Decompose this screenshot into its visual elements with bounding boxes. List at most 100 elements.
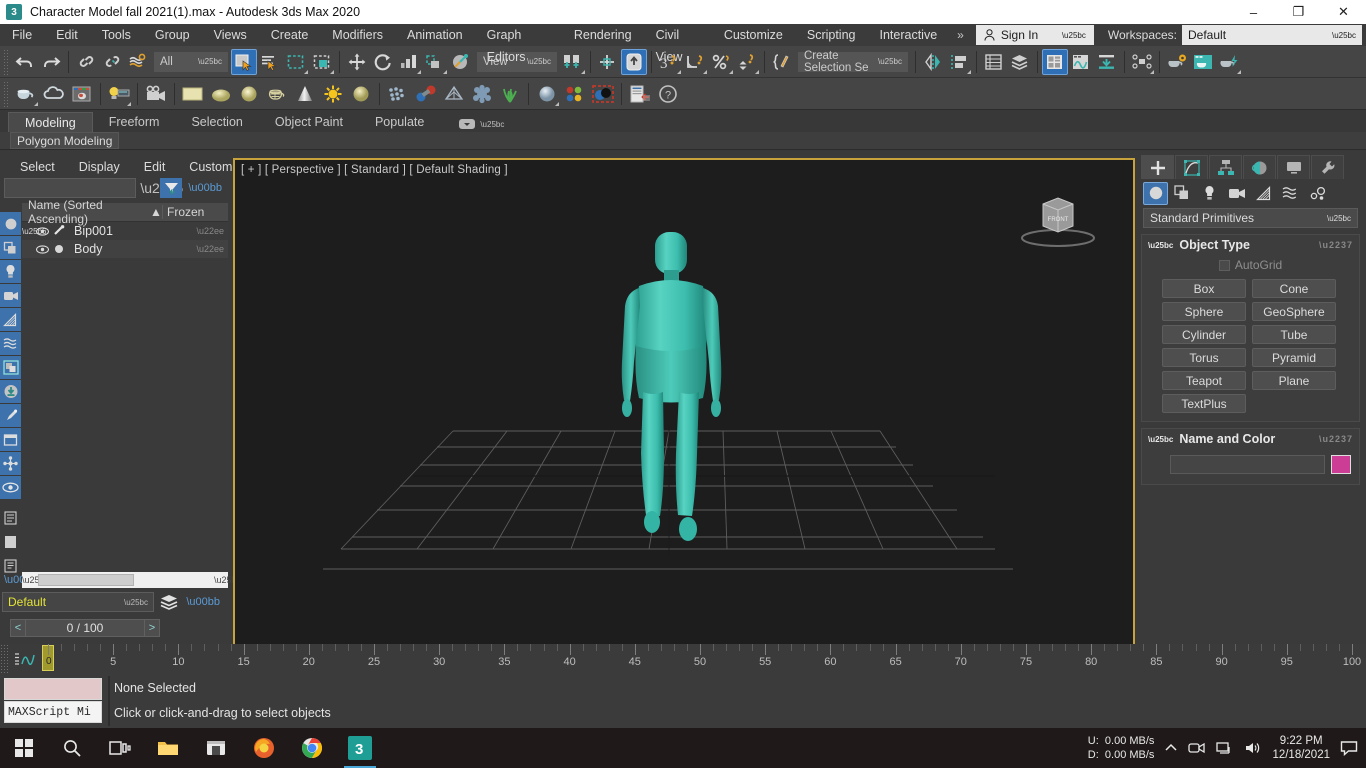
ribbon-tab-populate[interactable]: Populate <box>359 112 440 132</box>
chevron-down-icon[interactable]: \u25bc <box>480 120 504 129</box>
rollup-drag-handle[interactable]: \u2237 <box>1319 240 1353 250</box>
column-name[interactable]: Name (Sorted Ascending) <box>22 198 150 226</box>
subcategory-select[interactable]: Standard Primitives \u25bc <box>1143 208 1358 228</box>
use-pivot-point-center-button[interactable] <box>560 49 586 75</box>
selection-set-icon[interactable] <box>0 356 21 379</box>
dynamics-object-icon[interactable] <box>412 80 440 108</box>
select-by-name-button[interactable] <box>257 49 283 75</box>
teapot-primitive-icon[interactable] <box>263 80 291 108</box>
helpers-filter-icon[interactable] <box>0 308 21 331</box>
notes-panel-icon[interactable] <box>0 554 21 577</box>
teapot-object-icon[interactable] <box>12 80 40 108</box>
lights-filter-icon[interactable] <box>0 260 21 283</box>
sort-arrow-icon[interactable]: ▲ <box>150 205 162 219</box>
hierarchy-tab[interactable] <box>1209 155 1242 179</box>
camera-tray-icon[interactable] <box>1188 741 1206 755</box>
align-button[interactable] <box>946 49 972 75</box>
space-warps-filter-icon[interactable] <box>0 332 21 355</box>
shapes-icon[interactable] <box>1170 182 1195 205</box>
sign-in-button[interactable]: Sign In \u25bc <box>975 25 1094 45</box>
menu-group[interactable]: Group <box>143 24 202 46</box>
rectangular-selection-region-button[interactable] <box>283 49 309 75</box>
network-icon[interactable] <box>1216 741 1234 755</box>
modify-tab[interactable] <box>1175 155 1208 179</box>
name-and-color-header[interactable]: \u25bc Name and Color \u2237 <box>1142 429 1359 449</box>
create-tab[interactable] <box>1141 155 1174 179</box>
pyramid-button[interactable]: Pyramid <box>1252 348 1336 367</box>
named-selection-sets-select[interactable]: Create Selection Se \u25bc <box>798 50 908 74</box>
cone-primitive-icon[interactable] <box>291 80 319 108</box>
menu-rendering[interactable]: Rendering <box>562 24 644 46</box>
plane-button[interactable]: Plane <box>1252 371 1336 390</box>
menu-overflow-icon[interactable]: » <box>949 24 972 46</box>
sphere-object-icon[interactable] <box>347 80 375 108</box>
close-button[interactable]: ✕ <box>1321 0 1366 24</box>
box-button[interactable]: Box <box>1162 279 1246 298</box>
tube-button[interactable]: Tube <box>1252 325 1336 344</box>
show-hidden-icons-icon[interactable] <box>1164 741 1178 755</box>
scrollbar-thumb[interactable] <box>38 574 134 586</box>
cylinder-button[interactable]: Cylinder <box>1162 325 1246 344</box>
ribbon-subtab-polygon-modeling[interactable]: Polygon Modeling <box>10 132 120 149</box>
autogrid-row[interactable]: AutoGrid <box>1142 255 1359 275</box>
search-icon[interactable] <box>48 728 96 768</box>
layer-select[interactable]: Default \u25bc <box>2 592 154 612</box>
render-setup-button[interactable] <box>1094 49 1120 75</box>
edit-named-selection-sets-button[interactable] <box>769 49 795 75</box>
rollup-drag-handle[interactable]: \u2237 <box>1319 434 1353 444</box>
percent-snap-toggle-button[interactable] <box>708 49 734 75</box>
reference-coordinate-icon[interactable] <box>448 49 474 75</box>
schematic-view-button[interactable] <box>1129 49 1155 75</box>
menu-customize[interactable]: Customize <box>712 24 795 46</box>
select-object-color-icon[interactable] <box>589 80 617 108</box>
menu-file[interactable]: File <box>0 24 44 46</box>
particle-array-icon[interactable] <box>384 80 412 108</box>
start-icon[interactable] <box>0 728 48 768</box>
mirror-button[interactable] <box>920 49 946 75</box>
visibility-eye-icon[interactable] <box>36 226 52 236</box>
select-and-rotate-button[interactable] <box>370 49 396 75</box>
geosphere-button[interactable]: GeoSphere <box>1252 302 1336 321</box>
curve-editor-button[interactable] <box>1068 49 1094 75</box>
layer-bar-overflow-icon[interactable]: \u00bb <box>184 596 222 608</box>
utilities-tab[interactable] <box>1311 155 1344 179</box>
menu-create[interactable]: Create <box>259 24 321 46</box>
snaps-toggle-3d-button[interactable]: 3 <box>656 49 682 75</box>
scene-explorer-overflow-icon[interactable]: \u00bb <box>186 182 224 194</box>
scene-menu-select[interactable]: Select <box>8 160 67 174</box>
previous-frame-button[interactable]: < <box>10 619 26 637</box>
object-color-swatch[interactable] <box>1331 455 1351 474</box>
quick-render-button[interactable] <box>1216 49 1242 75</box>
spinner-snap-toggle-button[interactable] <box>734 49 760 75</box>
helpers-icon[interactable] <box>1251 182 1276 205</box>
bind-to-space-warp-button[interactable] <box>125 49 151 75</box>
next-frame-button[interactable]: > <box>144 619 160 637</box>
select-and-manipulate-button[interactable] <box>595 49 621 75</box>
scene-search-input[interactable] <box>4 178 137 198</box>
render-preview-icon[interactable] <box>68 80 96 108</box>
cone-button[interactable]: Cone <box>1252 279 1336 298</box>
foliage-object-icon[interactable] <box>496 80 524 108</box>
current-frame-display[interactable]: 0 / 100 <box>26 619 144 637</box>
material-sphere-icon[interactable] <box>533 80 561 108</box>
eye-filter-icon[interactable] <box>0 476 21 499</box>
unlink-selection-button[interactable] <box>99 49 125 75</box>
maximize-button[interactable]: ❐ <box>1276 0 1321 24</box>
shapes-filter-icon[interactable] <box>0 236 21 259</box>
redo-button[interactable] <box>38 49 64 75</box>
scene-explorer-hscrollbar[interactable]: \u25c0 \u25b6 <box>22 572 242 588</box>
ribbon-tab-modeling[interactable]: Modeling <box>8 112 93 132</box>
blank-panel-icon[interactable] <box>0 530 21 553</box>
select-and-link-button[interactable] <box>73 49 99 75</box>
sphere-button[interactable]: Sphere <box>1162 302 1246 321</box>
teapot-button[interactable]: Teapot <box>1162 371 1246 390</box>
file-explorer-icon[interactable] <box>144 728 192 768</box>
visibility-eye-icon[interactable] <box>36 244 52 254</box>
menu-edit[interactable]: Edit <box>44 24 90 46</box>
move-filter-icon[interactable] <box>0 452 21 475</box>
scene-explorer-button[interactable] <box>1007 49 1033 75</box>
lights-icon[interactable] <box>1197 182 1222 205</box>
clock[interactable]: 9:22 PM 12/18/2021 <box>1272 734 1330 762</box>
render-frame-window-button[interactable] <box>1190 49 1216 75</box>
motion-tab[interactable] <box>1243 155 1276 179</box>
